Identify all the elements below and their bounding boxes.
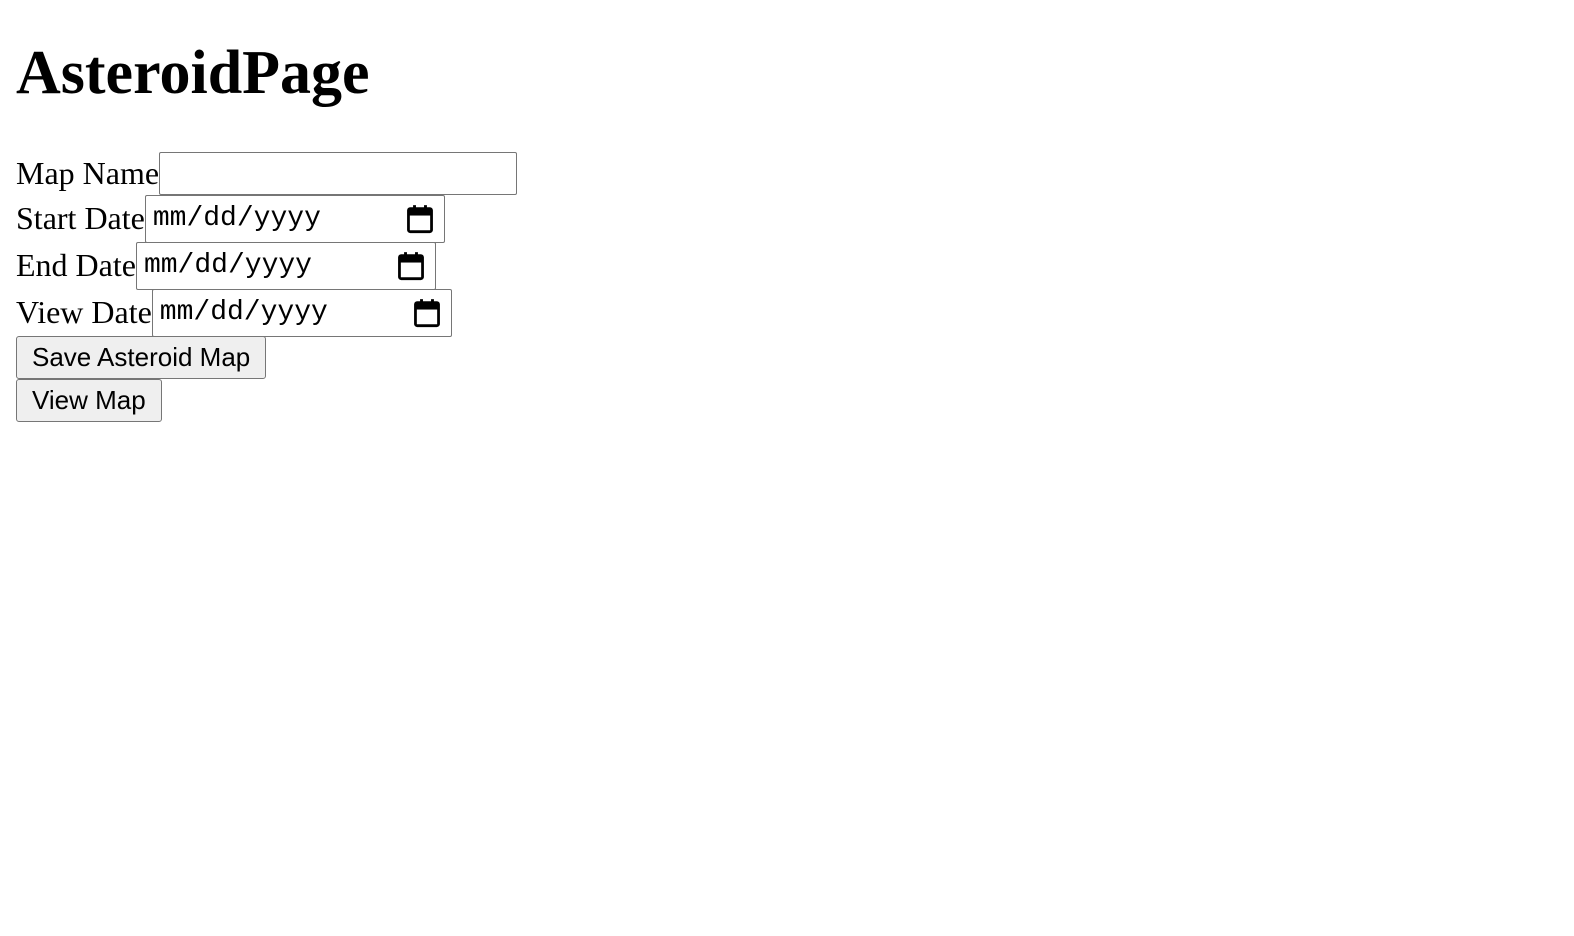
view-date-label: View Date <box>16 294 152 330</box>
calendar-icon[interactable] <box>397 251 425 281</box>
view-date-placeholder: mm/dd/yyyy <box>159 297 328 328</box>
map-name-input[interactable] <box>159 152 518 195</box>
view-map-button[interactable]: View Map <box>16 379 162 422</box>
page-title: AsteroidPage <box>16 39 370 107</box>
calendar-icon[interactable] <box>406 204 434 234</box>
end-date-placeholder: mm/dd/yyyy <box>143 250 312 281</box>
save-asteroid-map-button[interactable]: Save Asteroid Map <box>16 336 267 379</box>
asteroid-page: AsteroidPage Map Name Start Date mm/dd/y… <box>0 0 1574 422</box>
view-date-row: View Date mm/dd/yyyy <box>16 288 1558 337</box>
end-date-row: End Date mm/dd/yyyy <box>16 241 1558 290</box>
start-date-input[interactable]: mm/dd/yyyy <box>144 194 445 243</box>
end-date-input[interactable]: mm/dd/yyyy <box>135 241 436 290</box>
start-date-row: Start Date mm/dd/yyyy <box>16 194 1558 243</box>
view-date-input[interactable]: mm/dd/yyyy <box>151 288 452 337</box>
button-group: Save Asteroid Map View Map <box>16 336 1558 422</box>
calendar-icon[interactable] <box>413 298 441 328</box>
start-date-placeholder: mm/dd/yyyy <box>152 203 321 234</box>
end-date-label: End Date <box>16 247 136 283</box>
asteroid-map-form: Map Name Start Date mm/dd/yyyy End Date … <box>16 152 1558 422</box>
map-name-label: Map Name <box>16 155 160 191</box>
start-date-label: Start Date <box>16 200 145 236</box>
map-name-row: Map Name <box>16 152 1558 195</box>
